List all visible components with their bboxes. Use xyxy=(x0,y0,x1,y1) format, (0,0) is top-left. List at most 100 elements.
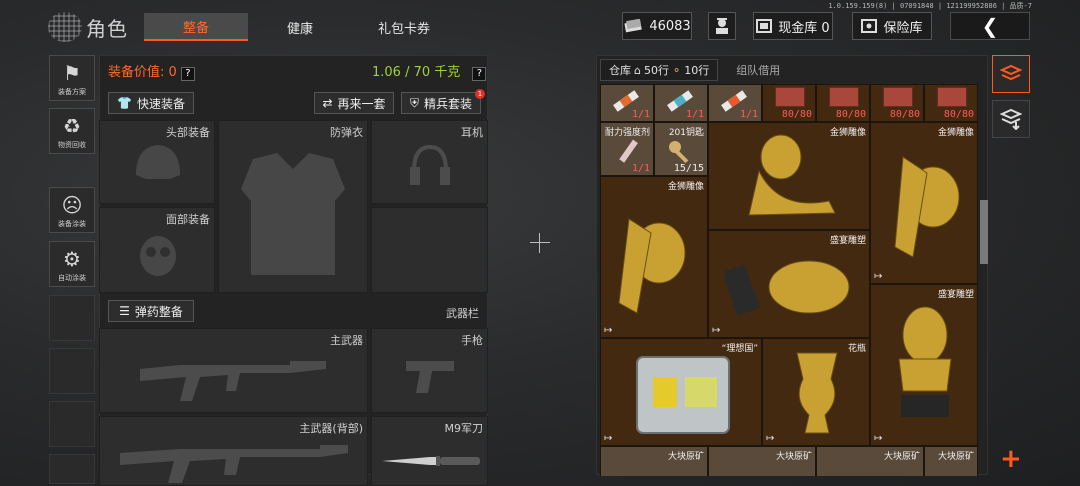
auto-paint-button[interactable]: ⚙ 自动涂装 xyxy=(49,241,95,287)
inventory-item[interactable]: “理想国” ↦ xyxy=(600,338,762,446)
pistol-icon xyxy=(406,361,454,393)
slot-earphone[interactable]: 耳机 xyxy=(371,120,488,204)
slot-empty[interactable] xyxy=(371,207,488,293)
key-icon: ⚬ xyxy=(671,63,682,77)
transfer-icon: ↦ xyxy=(604,433,613,444)
help-icon[interactable]: ? xyxy=(180,67,195,81)
notification-badge: 1 xyxy=(475,89,485,99)
slot-primary-back[interactable]: 主武器(背部) xyxy=(99,416,368,486)
inventory-item[interactable]: 盛宴雕塑 ↦ xyxy=(708,230,870,338)
inventory-item[interactable]: 大块原矿 xyxy=(600,446,708,476)
page-title-text: 角色 xyxy=(86,16,128,41)
slot-face[interactable]: 面部装备 xyxy=(99,207,215,293)
helmet-icon xyxy=(136,145,180,179)
trader-button[interactable] xyxy=(708,12,736,40)
paint-label: 装备涂装 xyxy=(58,220,86,228)
golden-lion-icon xyxy=(894,156,960,258)
vase-icon xyxy=(796,352,838,434)
inventory-item[interactable]: 80/80 xyxy=(762,84,816,122)
safe-icon xyxy=(861,19,878,33)
loadout-plan-button[interactable]: ⚑ 装备方案 xyxy=(49,55,95,101)
knife-icon xyxy=(382,456,480,466)
recycle-button[interactable]: ♻ 物资回收 xyxy=(49,108,95,154)
help-icon[interactable]: ? xyxy=(472,67,487,81)
inventory-item[interactable]: 大块原矿 xyxy=(924,446,978,476)
inventory-grid: 1/1 1/1 1/1 80/80 80/80 80/80 80/80 耐力强度… xyxy=(600,84,978,476)
golden-lion-icon xyxy=(748,134,836,216)
stack-sort-icon xyxy=(1000,64,1022,81)
card-pack-icon xyxy=(829,87,859,107)
tab-equipment[interactable]: 整备 xyxy=(144,13,248,41)
headset-icon xyxy=(410,144,450,185)
inventory-item[interactable]: 耐力强度剂 1/1 xyxy=(600,122,654,176)
tab-warehouse[interactable]: 仓库 ⌂ 50行 ⚬ 10行 xyxy=(600,59,719,81)
inventory-item[interactable]: 201钥匙 15/15 xyxy=(654,122,708,176)
money-icon xyxy=(624,19,643,33)
empty-menu-slot xyxy=(49,348,95,394)
transfer-icon: ↦ xyxy=(712,325,721,336)
slot-knife[interactable]: M9军刀 xyxy=(371,416,488,486)
spray-gear-icon: ⚙ xyxy=(63,247,81,271)
tab-team-borrow[interactable]: 组队借用 xyxy=(720,59,796,81)
repeat-loadout-button[interactable]: ⇄ 再来一套 xyxy=(314,92,394,114)
crosshair-icon xyxy=(530,233,550,253)
paint-mask-icon: ☹ xyxy=(61,193,83,217)
inventory-item[interactable]: 80/80 xyxy=(924,84,978,122)
sort-button[interactable] xyxy=(992,55,1030,93)
back-button[interactable]: ❮ xyxy=(950,12,1030,40)
transfer-icon: ↦ xyxy=(766,433,775,444)
inventory-item[interactable]: 大块原矿 xyxy=(816,446,924,476)
loadout-plan-label: 装备方案 xyxy=(58,88,86,96)
tab-gift-cards[interactable]: 礼包卡券 xyxy=(355,13,453,41)
add-icon[interactable]: + xyxy=(1000,446,1022,472)
safe-vault-label: 保险库 xyxy=(883,20,923,36)
inventory-item[interactable]: 花瓶 ↦ xyxy=(762,338,870,446)
inventory-tabs: 仓库 ⌂ 50行 ⚬ 10行 组队借用 xyxy=(600,59,796,81)
cash-vault-button[interactable]: 现金库 0 xyxy=(753,12,833,40)
inventory-item[interactable]: 金狮雕像 xyxy=(708,122,870,230)
inventory-item[interactable]: 大块原矿 xyxy=(708,446,816,476)
collect-button[interactable] xyxy=(992,100,1030,138)
card-pack-icon xyxy=(775,87,805,107)
gas-mask-icon xyxy=(140,236,176,276)
inventory-item[interactable]: 1/1 xyxy=(654,84,708,122)
ammo-prep-button[interactable]: ☰ 弹药整备 xyxy=(108,300,194,322)
rifle-icon xyxy=(120,445,348,483)
empty-menu-slot xyxy=(49,401,95,447)
transfer-icon: ↦ xyxy=(874,433,883,444)
empty-menu-slot xyxy=(49,295,95,341)
inventory-scrollbar[interactable] xyxy=(980,200,988,264)
inventory-item[interactable]: 金狮雕像 ↦ xyxy=(600,176,708,338)
weapon-bar-label: 武器栏 xyxy=(446,307,479,320)
hazard-case-icon xyxy=(636,356,730,434)
slot-primary-weapon[interactable]: 主武器 xyxy=(99,328,368,413)
inventory-item[interactable]: 盛宴雕塑 ↦ xyxy=(870,284,978,446)
slot-head[interactable]: 头部装备 xyxy=(99,120,215,204)
inventory-item[interactable]: 1/1 xyxy=(600,84,654,122)
inventory-item[interactable]: 金狮雕像 ↦ xyxy=(870,122,978,284)
recycle-label: 物资回收 xyxy=(58,141,86,149)
shield-icon: ⛨ xyxy=(409,95,419,110)
slot-pistol[interactable]: 手枪 xyxy=(371,328,488,413)
ammo-icon: ☰ xyxy=(119,304,130,318)
refresh-icon: ⇄ xyxy=(322,96,333,110)
inventory-item[interactable]: 80/80 xyxy=(870,84,924,122)
inventory-item[interactable]: 1/1 xyxy=(708,84,762,122)
slot-armor[interactable]: 防弹衣 xyxy=(218,120,368,293)
bust-sculpture-icon xyxy=(898,306,952,417)
helmet-gear-icon: ⚑ xyxy=(63,61,81,85)
chevron-left-icon: ❮ xyxy=(981,14,999,38)
currency-display[interactable]: 46083 xyxy=(622,12,692,40)
bust-sculpture-icon xyxy=(725,260,850,316)
tab-health[interactable]: 健康 xyxy=(255,13,345,41)
inventory-item[interactable]: 80/80 xyxy=(816,84,870,122)
safe-vault-button[interactable]: 保险库 xyxy=(852,12,932,40)
transfer-icon: ↦ xyxy=(604,325,613,336)
quick-equip-button[interactable]: 👕 快速装备 xyxy=(108,92,194,114)
rifle-icon xyxy=(140,361,326,401)
syringe-icon xyxy=(619,139,638,163)
shirt-icon: 👕 xyxy=(117,96,132,110)
paint-button[interactable]: ☹ 装备涂装 xyxy=(49,187,95,233)
elite-kit-button[interactable]: ⛨ 精兵套装 xyxy=(401,92,481,114)
recycle-icon: ♻ xyxy=(63,114,81,138)
